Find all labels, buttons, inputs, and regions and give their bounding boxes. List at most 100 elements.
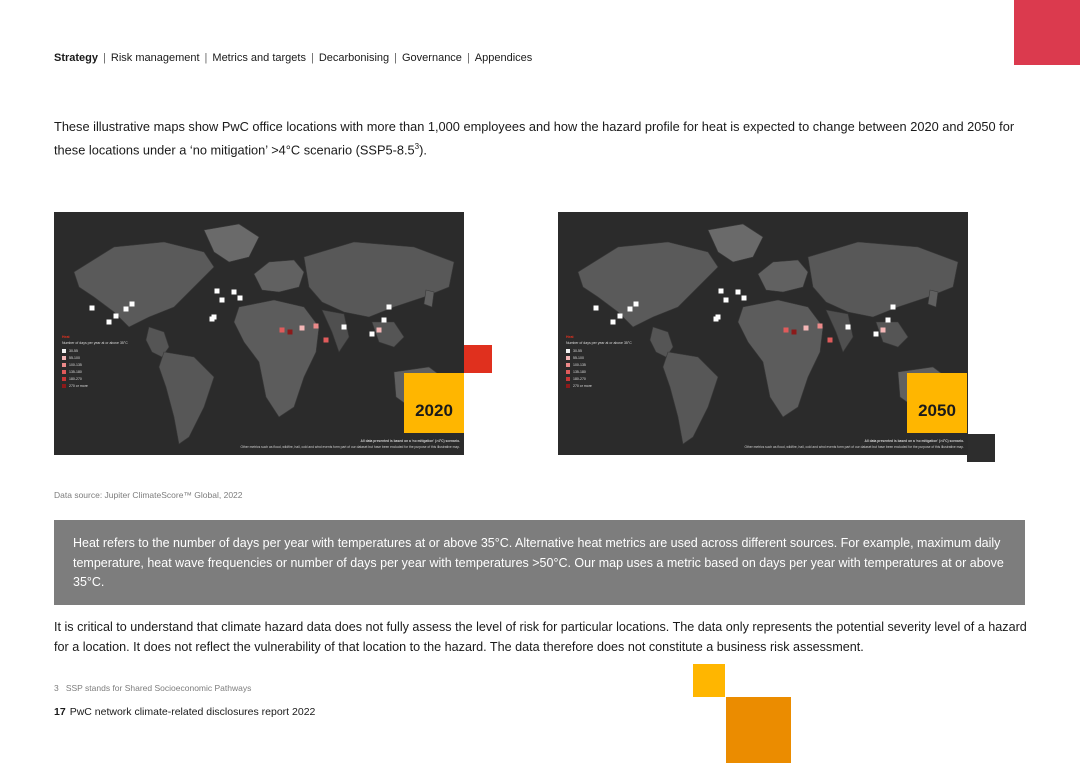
map-legend: Heat Number of days per year at or above… bbox=[566, 334, 636, 390]
legend-label: 270 or more bbox=[69, 383, 88, 388]
office-location-marker bbox=[279, 327, 285, 333]
office-location-marker bbox=[817, 323, 823, 329]
office-location-marker bbox=[718, 288, 724, 294]
legend-title: Heat bbox=[62, 335, 70, 339]
office-location-marker bbox=[323, 337, 329, 343]
year-badge-2050: 2050 bbox=[907, 373, 967, 433]
office-location-marker bbox=[123, 306, 129, 312]
legend-swatch bbox=[62, 362, 66, 367]
footnote-text: SSP stands for Shared Socioeconomic Path… bbox=[65, 683, 252, 693]
legend-item: 30-55 bbox=[62, 348, 132, 355]
red-accent-square bbox=[464, 345, 492, 373]
footnote-number: 3 bbox=[54, 683, 59, 693]
office-location-marker bbox=[827, 337, 833, 343]
legend-swatch bbox=[62, 369, 66, 374]
office-location-marker bbox=[89, 305, 95, 311]
legend-item: 270 or more bbox=[62, 383, 132, 390]
office-location-marker bbox=[803, 325, 809, 331]
nav-item-risk-management[interactable]: Risk management bbox=[111, 52, 200, 64]
nav-item-decarbonising[interactable]: Decarbonising bbox=[319, 52, 389, 64]
orange-accent-square bbox=[726, 697, 791, 763]
heat-map-2020: Heat Number of days per year at or above… bbox=[54, 212, 464, 455]
legend-swatch bbox=[566, 376, 570, 381]
page-footer: 17 PwC network climate-related disclosure… bbox=[54, 706, 315, 718]
nav-item-appendices[interactable]: Appendices bbox=[475, 52, 533, 64]
legend-label: 30-55 bbox=[69, 348, 78, 353]
legend-item: 30-55 bbox=[566, 348, 636, 355]
intro-tail: ). bbox=[419, 142, 427, 158]
office-location-marker bbox=[723, 297, 729, 303]
legend-item: 270 or more bbox=[566, 383, 636, 390]
office-location-marker bbox=[209, 316, 215, 322]
intro-paragraph: These illustrative maps show PwC office … bbox=[54, 117, 1024, 160]
legend-label: 55-100 bbox=[69, 355, 80, 360]
legend-label: 135-180 bbox=[69, 369, 82, 374]
office-location-marker bbox=[381, 317, 387, 323]
legend-item: 180-270 bbox=[566, 376, 636, 383]
office-location-marker bbox=[341, 324, 347, 330]
office-location-marker bbox=[890, 304, 896, 310]
office-location-marker bbox=[386, 304, 392, 310]
office-location-marker bbox=[593, 305, 599, 311]
legend-subtitle: Number of days per year at or above 35°C bbox=[62, 341, 128, 345]
legend-item: 55-100 bbox=[566, 355, 636, 362]
report-title: PwC network climate-related disclosures … bbox=[69, 706, 316, 718]
legend-item: 135-180 bbox=[62, 369, 132, 376]
office-location-marker bbox=[369, 331, 375, 337]
section-navigation: Strategy | Risk management | Metrics and tar… bbox=[54, 52, 533, 64]
heat-definition-callout: Heat refers to the number of days per ye… bbox=[54, 520, 1025, 605]
office-location-marker bbox=[113, 313, 119, 319]
legend-label: 270 or more bbox=[573, 383, 592, 388]
nav-item-metrics-and-targets[interactable]: Metrics and targets bbox=[212, 52, 306, 64]
office-location-marker bbox=[627, 306, 633, 312]
nav-item-strategy[interactable]: Strategy bbox=[54, 52, 98, 64]
legend-item: 100-135 bbox=[566, 362, 636, 369]
corner-accent-block bbox=[1014, 0, 1080, 65]
office-location-marker bbox=[735, 289, 741, 295]
map-note-line1: All data presented is based on a 'no mit… bbox=[864, 439, 964, 443]
office-location-marker bbox=[106, 319, 112, 325]
legend-label: 55-100 bbox=[573, 355, 584, 360]
legend-swatch bbox=[566, 383, 570, 388]
year-badge-2020: 2020 bbox=[404, 373, 464, 433]
legend-subtitle: Number of days per year at or above 35°C bbox=[566, 341, 632, 345]
page-number: 17 bbox=[54, 706, 66, 718]
land-mass bbox=[423, 289, 435, 308]
yellow-accent-square bbox=[693, 664, 725, 697]
office-location-marker bbox=[741, 295, 747, 301]
legend-swatch bbox=[566, 369, 570, 374]
legend-label: 180-270 bbox=[69, 376, 82, 381]
office-location-marker bbox=[633, 301, 639, 307]
map-legend: Heat Number of days per year at or above… bbox=[62, 334, 132, 390]
footnote: 3 SSP stands for Shared Socioeconomic Pa… bbox=[54, 683, 251, 693]
legend-swatch bbox=[62, 348, 66, 353]
legend-label: 135-180 bbox=[573, 369, 586, 374]
office-location-marker bbox=[873, 331, 879, 337]
office-location-marker bbox=[376, 327, 382, 333]
legend-item: 135-180 bbox=[566, 369, 636, 376]
legend-swatch bbox=[566, 362, 570, 367]
office-location-marker bbox=[231, 289, 237, 295]
office-location-marker bbox=[845, 324, 851, 330]
office-location-marker bbox=[237, 295, 243, 301]
legend-label: 100-135 bbox=[69, 362, 82, 367]
legend-item: 100-135 bbox=[62, 362, 132, 369]
legend-title: Heat bbox=[566, 335, 574, 339]
legend-label: 100-135 bbox=[573, 362, 586, 367]
legend-swatch bbox=[62, 376, 66, 381]
legend-swatch bbox=[566, 348, 570, 353]
map-note-line2: Other metrics such as flood, wildfire, h… bbox=[240, 445, 460, 449]
callout-text: Heat refers to the number of days per ye… bbox=[73, 536, 1004, 589]
land-mass bbox=[927, 289, 939, 308]
nav-item-governance[interactable]: Governance bbox=[402, 52, 462, 64]
legend-item: 180-270 bbox=[62, 376, 132, 383]
office-location-marker bbox=[783, 327, 789, 333]
intro-text: These illustrative maps show PwC office … bbox=[54, 119, 1015, 158]
office-location-marker bbox=[791, 329, 797, 335]
legend-item: 55-100 bbox=[62, 355, 132, 362]
office-location-marker bbox=[299, 325, 305, 331]
legend-swatch bbox=[62, 355, 66, 360]
data-source: Data source: Jupiter ClimateScore™ Globa… bbox=[54, 490, 243, 500]
office-location-marker bbox=[214, 288, 220, 294]
office-location-marker bbox=[219, 297, 225, 303]
